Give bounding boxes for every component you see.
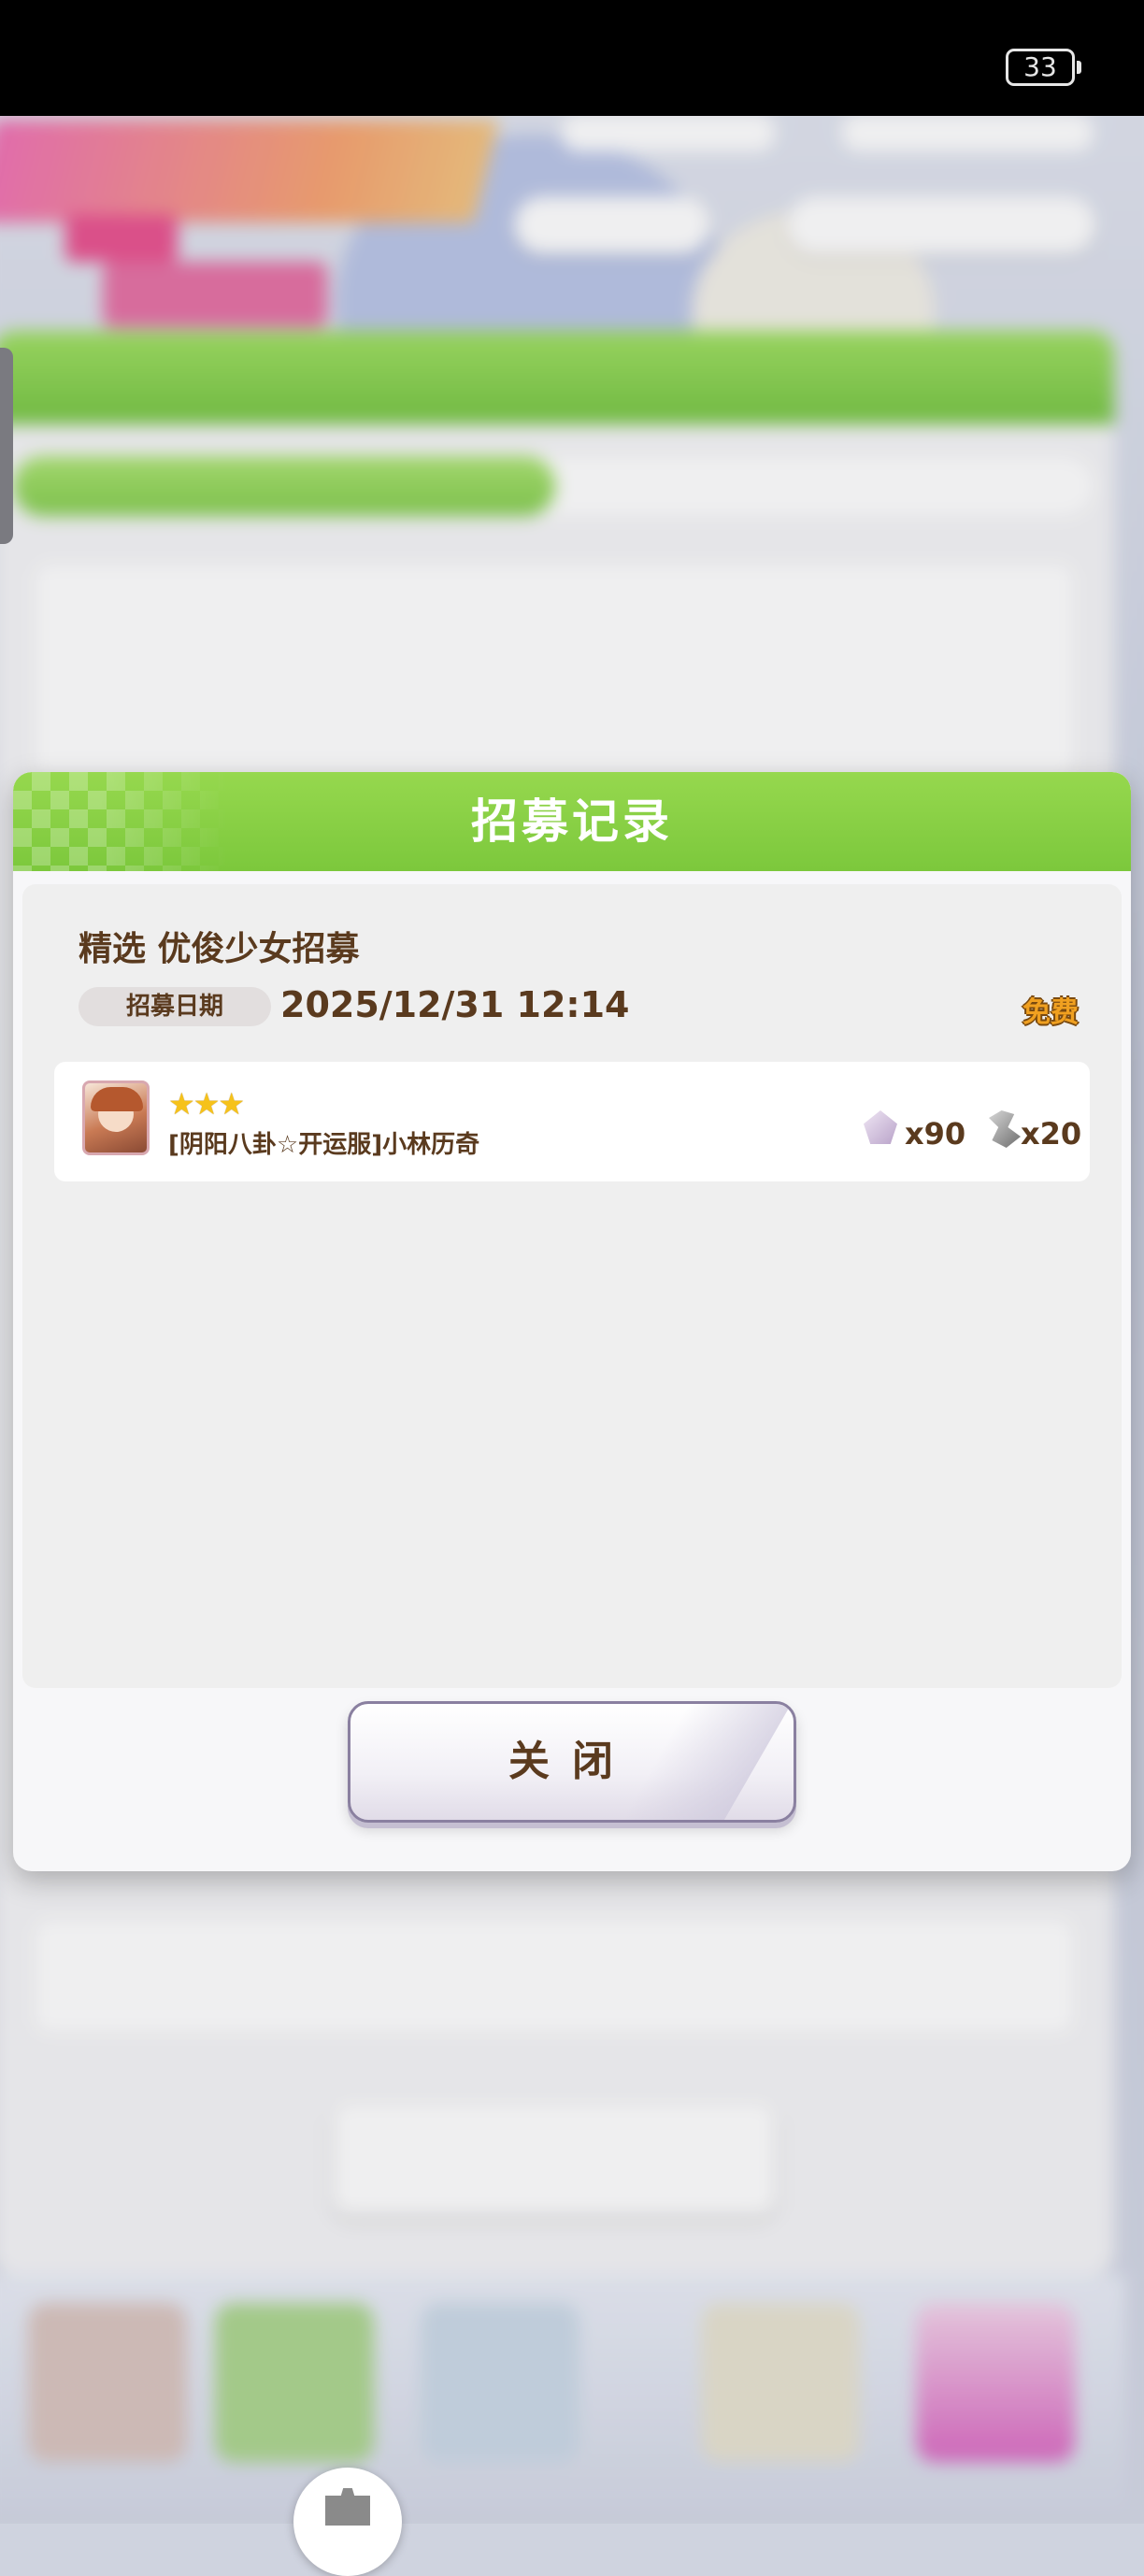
character-portrait[interactable] (82, 1080, 150, 1155)
record-title: 精选 优俊少女招募 (79, 930, 360, 968)
reward-material-count: x20 (1021, 1116, 1082, 1152)
close-button-label: 关闭 (508, 1738, 636, 1785)
rarity-stars: ★★★ (168, 1086, 245, 1122)
hammer-material-icon (989, 1110, 1021, 1148)
modal-title: 招募记录 (471, 794, 673, 849)
modal-header: 招募记录 (13, 772, 1131, 871)
character-piece-icon (864, 1110, 897, 1144)
puzzle-icon (325, 2488, 370, 2526)
close-button[interactable]: 关闭 (348, 1701, 796, 1823)
puzzle-button[interactable] (293, 2468, 402, 2576)
date-value: 2025/12/31 12:14 (280, 984, 630, 1025)
result-row[interactable]: ★★★ [阴阳八卦☆开运服]小林历奇 x90 x20 (54, 1062, 1090, 1181)
battery-icon: 33 (1006, 49, 1081, 86)
recruit-record-modal: 招募记录 精选 优俊少女招募 招募日期 2025/12/31 12:14 免费 … (13, 772, 1131, 1871)
date-label: 招募日期 (79, 987, 271, 1026)
status-bar: 33 (0, 0, 1144, 116)
free-badge: 免费 (1022, 996, 1079, 1029)
character-name: [阴阳八卦☆开运服]小林历奇 (168, 1131, 480, 1159)
reward-piece-count: x90 (905, 1116, 966, 1152)
